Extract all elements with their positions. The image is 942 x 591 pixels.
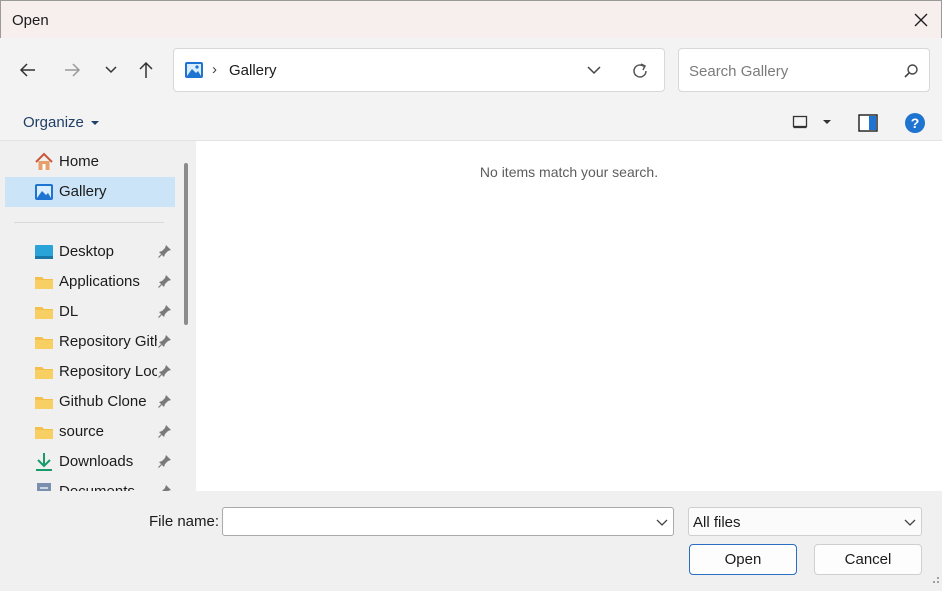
pin-icon <box>158 274 172 292</box>
navigation-pane: Home Gallery Desktop Applications DL Rep… <box>0 141 195 491</box>
refresh-icon[interactable] <box>630 61 650 86</box>
sidebar-item-desktop[interactable]: Desktop <box>5 237 175 267</box>
sidebar-item-label: Home <box>59 153 100 170</box>
organize-button[interactable]: Organize <box>23 114 100 131</box>
pin-icon <box>158 244 172 262</box>
sidebar-item-label: Repository Github <box>59 333 157 350</box>
desktop-icon <box>34 242 54 262</box>
search-placeholder: Search Gallery <box>689 63 789 80</box>
download-icon <box>34 452 54 472</box>
command-bar: Organize ? <box>0 104 942 141</box>
sidebar-scrollbar[interactable] <box>184 163 188 325</box>
organize-label: Organize <box>23 114 84 131</box>
sidebar-item-label: Repository Local <box>59 363 157 380</box>
pin-icon <box>158 484 172 491</box>
sidebar-item-label: Applications <box>59 273 140 290</box>
title-bar: Open <box>0 0 942 38</box>
preview-pane-icon[interactable] <box>858 114 878 137</box>
cancel-button[interactable]: Cancel <box>814 544 922 575</box>
view-options-button[interactable] <box>792 114 832 130</box>
file-type-value: All files <box>693 514 741 531</box>
sidebar-item-label: Github Clone <box>59 393 147 410</box>
svg-text:?: ? <box>911 115 920 131</box>
help-icon[interactable]: ? <box>904 112 926 139</box>
sidebar-item-home[interactable]: Home <box>5 147 175 177</box>
close-icon[interactable] <box>911 10 931 30</box>
breadcrumb-gallery[interactable]: Gallery <box>229 62 277 79</box>
sidebar-item-label: Downloads <box>59 453 134 470</box>
navigation-bar: › Gallery Search Gallery <box>0 38 942 104</box>
address-bar[interactable]: › Gallery <box>173 48 665 92</box>
pin-icon <box>158 364 172 382</box>
folder-icon <box>34 272 54 292</box>
file-type-select[interactable]: All files <box>688 507 922 536</box>
view-dropdown-icon <box>823 120 831 124</box>
dialog-footer: File name: All files Open Cancel <box>0 491 942 591</box>
open-button[interactable]: Open <box>689 544 797 575</box>
sidebar-item-source[interactable]: source <box>5 417 175 447</box>
empty-message: No items match your search. <box>479 164 659 180</box>
gallery-icon <box>34 182 54 202</box>
sidebar-item-label: Gallery <box>59 183 107 200</box>
sidebar-item-gallery[interactable]: Gallery <box>5 177 175 207</box>
file-name-dropdown-chevron-icon[interactable] <box>655 515 669 534</box>
view-icon <box>792 115 808 129</box>
documents-icon <box>34 482 54 491</box>
recent-locations-chevron-icon[interactable] <box>99 58 123 82</box>
sidebar-item-label: Desktop <box>59 243 115 260</box>
sidebar-divider <box>14 222 164 223</box>
sidebar-item-label: Documents <box>59 483 157 491</box>
sidebar-item-downloads[interactable]: Downloads <box>5 447 175 477</box>
forward-arrow-icon[interactable] <box>60 58 84 82</box>
pin-icon <box>158 454 172 472</box>
breadcrumb-separator: › <box>212 61 217 78</box>
back-arrow-icon[interactable] <box>16 58 40 82</box>
home-icon <box>34 152 54 172</box>
folder-icon <box>34 392 54 412</box>
pin-icon <box>158 304 172 322</box>
pin-icon <box>158 394 172 412</box>
pin-icon <box>158 334 172 352</box>
resize-grip-icon[interactable] <box>930 571 940 589</box>
organize-dropdown-icon <box>90 120 99 125</box>
folder-icon <box>34 302 54 322</box>
file-name-input[interactable] <box>222 507 674 536</box>
folder-icon <box>34 332 54 352</box>
window-title: Open <box>12 12 49 29</box>
sidebar-item-applications[interactable]: Applications <box>5 267 175 297</box>
up-arrow-icon[interactable] <box>134 58 158 82</box>
file-list-pane[interactable]: No items match your search. <box>196 141 942 491</box>
sidebar-item-label: DL <box>59 303 79 320</box>
sidebar-item-dl[interactable]: DL <box>5 297 175 327</box>
pin-icon <box>158 424 172 442</box>
file-type-chevron-icon <box>903 515 917 534</box>
sidebar-item-repository-local[interactable]: Repository Local <box>5 357 175 387</box>
file-name-label: File name: <box>149 513 220 530</box>
address-dropdown-chevron-icon[interactable] <box>586 62 602 83</box>
folder-icon <box>34 362 54 382</box>
sidebar-item-repository-github[interactable]: Repository Github <box>5 327 175 357</box>
folder-icon <box>34 422 54 442</box>
sidebar-item-github-clone[interactable]: Github Clone <box>5 387 175 417</box>
search-box[interactable]: Search Gallery <box>678 48 930 92</box>
search-icon[interactable] <box>903 63 919 84</box>
sidebar-item-label: source <box>59 423 105 440</box>
sidebar-item-documents[interactable]: Documents <box>5 477 175 491</box>
gallery-icon <box>184 60 204 85</box>
